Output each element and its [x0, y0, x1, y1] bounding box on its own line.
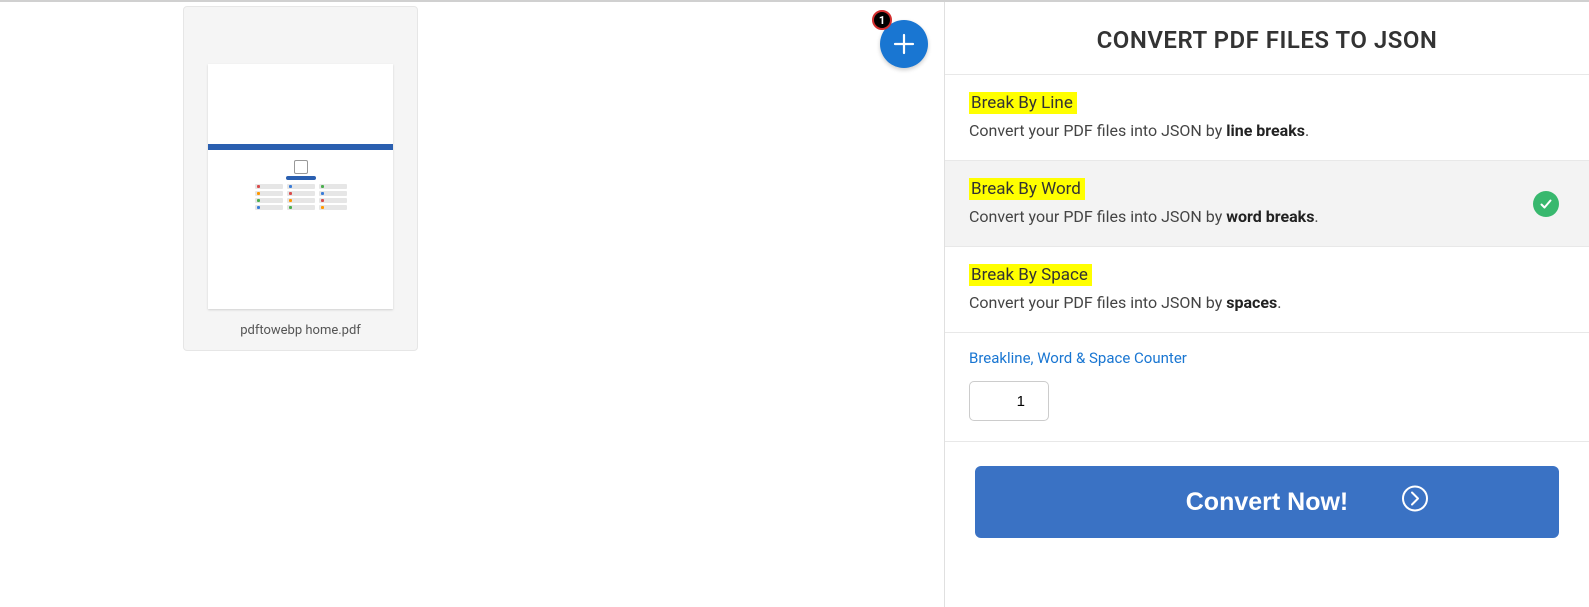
- file-count-badge: 1: [872, 10, 892, 30]
- file-name-label: pdftowebp home.pdf: [240, 323, 361, 338]
- option-title: Break By Space: [969, 264, 1092, 286]
- option-title: Break By Word: [969, 178, 1085, 200]
- convert-button[interactable]: Convert Now!: [975, 466, 1559, 538]
- arrow-right-circle-icon: [1401, 485, 1429, 520]
- option-description: Convert your PDF files into JSON by spac…: [969, 293, 1565, 312]
- option-break-by-word[interactable]: Break By Word Convert your PDF files int…: [945, 161, 1589, 247]
- convert-button-label: Convert Now!: [1186, 488, 1349, 517]
- plus-icon: [893, 33, 915, 55]
- file-thumbnail: [208, 64, 393, 309]
- option-title: Break By Line: [969, 92, 1077, 114]
- counter-input[interactable]: [969, 381, 1049, 421]
- options-pane: CONVERT PDF FILES TO JSON Break By Line …: [944, 2, 1589, 607]
- option-description: Convert your PDF files into JSON by word…: [969, 207, 1565, 226]
- option-description: Convert your PDF files into JSON by line…: [969, 121, 1565, 140]
- option-break-by-space[interactable]: Break By Space Convert your PDF files in…: [945, 247, 1589, 333]
- option-break-by-line[interactable]: Break By Line Convert your PDF files int…: [945, 75, 1589, 161]
- panel-title: CONVERT PDF FILES TO JSON: [945, 2, 1589, 75]
- add-file-button[interactable]: 1: [880, 20, 928, 68]
- check-icon: [1533, 191, 1559, 217]
- file-card[interactable]: pdftowebp home.pdf: [183, 6, 418, 351]
- counter-label: Breakline, Word & Space Counter: [969, 349, 1565, 367]
- file-preview-pane: pdftowebp home.pdf 1: [0, 2, 944, 607]
- counter-section: Breakline, Word & Space Counter: [945, 333, 1589, 442]
